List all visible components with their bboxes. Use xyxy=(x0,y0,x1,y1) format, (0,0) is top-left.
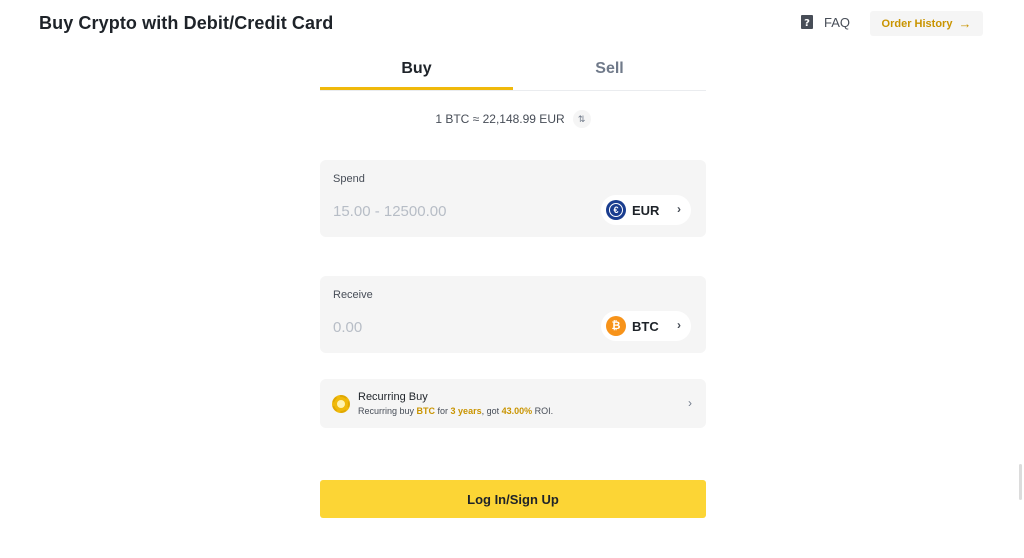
page-title: Buy Crypto with Debit/Credit Card xyxy=(39,13,334,33)
order-history-label: Order History xyxy=(881,17,953,30)
spend-input[interactable] xyxy=(333,200,583,222)
desc-mid2: , got xyxy=(481,406,502,416)
spend-currency-select[interactable]: € EUR › xyxy=(601,195,691,225)
exchange-rate-text: 1 BTC ≈ 22,148.99 EUR xyxy=(435,112,565,126)
desc-roi: 43.00% xyxy=(501,406,533,416)
arrow-right-icon: → xyxy=(958,16,972,31)
receive-input[interactable] xyxy=(333,316,583,338)
spend-currency-label: EUR xyxy=(632,202,660,218)
chevron-right-icon: › xyxy=(677,318,681,332)
exchange-rate: 1 BTC ≈ 22,148.99 EUR ⇅ xyxy=(320,110,706,128)
recurring-buy-title: Recurring Buy xyxy=(358,391,428,403)
tab-buy[interactable]: Buy xyxy=(320,58,513,90)
desc-period: 3 years xyxy=(450,406,482,416)
buy-sell-tabs: Buy Sell xyxy=(320,58,706,91)
recurring-buy-description: Recurring buy BTC for 3 years, got 43.00… xyxy=(358,406,553,416)
swap-icon[interactable]: ⇅ xyxy=(572,110,591,128)
scrollbar-thumb[interactable] xyxy=(1019,464,1022,500)
receive-field: Receive ₿ BTC › xyxy=(320,276,706,353)
faq-link[interactable]: ? FAQ xyxy=(800,14,850,30)
svg-text:?: ? xyxy=(804,18,810,29)
recurring-coin-icon xyxy=(332,395,350,413)
desc-prefix: Recurring buy xyxy=(358,406,417,416)
order-history-button[interactable]: Order History → xyxy=(870,11,983,36)
receive-label: Receive xyxy=(333,289,373,301)
spend-label: Spend xyxy=(333,173,365,185)
euro-coin-icon: € xyxy=(606,200,626,220)
desc-suffix: ROI. xyxy=(532,406,554,416)
tab-sell[interactable]: Sell xyxy=(513,58,706,90)
faq-icon: ? xyxy=(801,15,813,29)
desc-mid1: for xyxy=(435,406,451,416)
recurring-buy-card[interactable]: Recurring Buy Recurring buy BTC for 3 ye… xyxy=(320,379,706,428)
desc-coin: BTC xyxy=(416,406,436,416)
bitcoin-coin-icon: ₿ xyxy=(606,316,626,336)
chevron-right-icon: › xyxy=(688,396,692,410)
receive-currency-select[interactable]: ₿ BTC › xyxy=(601,311,691,341)
receive-currency-label: BTC xyxy=(632,318,659,334)
faq-label: FAQ xyxy=(824,14,851,30)
login-signup-button[interactable]: Log In/Sign Up xyxy=(320,480,706,518)
spend-field: Spend € EUR › xyxy=(320,160,706,237)
chevron-right-icon: › xyxy=(677,202,681,216)
